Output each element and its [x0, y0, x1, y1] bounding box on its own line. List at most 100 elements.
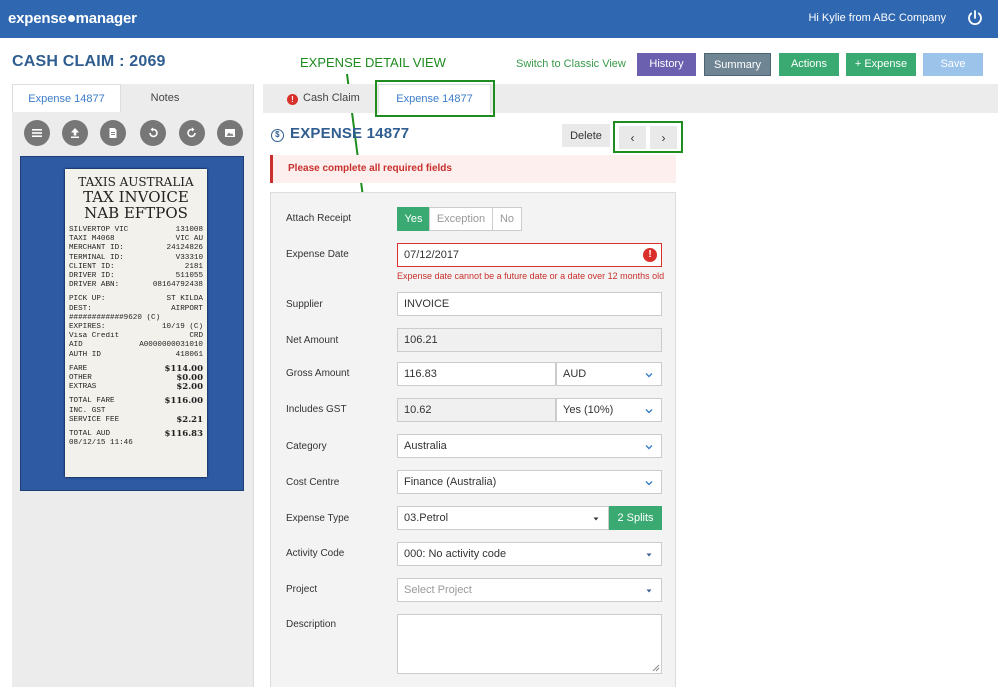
tab-highlight-box	[375, 80, 495, 117]
chevron-down-icon	[645, 445, 653, 450]
expense-title-text: EXPENSE 14877	[290, 125, 410, 142]
splits-button[interactable]: 2 Splits	[609, 506, 662, 530]
description-label: Description	[286, 619, 337, 630]
chevron-down-icon	[646, 589, 652, 593]
nav-highlight-box: ‹ ›	[613, 121, 683, 153]
expense-date-value: 07/12/2017	[404, 249, 460, 261]
receipt-line: FARE $114.00	[69, 364, 203, 374]
net-amount-label: Net Amount	[286, 335, 339, 346]
description-textarea[interactable]	[397, 614, 662, 674]
receipt-paper: TAXIS AUSTRALIA TAX INVOICE NAB EFTPOS S…	[65, 169, 207, 477]
user-greeting: Hi Kylie from ABC Company	[808, 12, 946, 24]
chevron-down-icon	[645, 409, 653, 414]
tab-expense-receipt[interactable]: Expense 14877	[12, 84, 121, 112]
receipt-line: TOTAL AUD $116.83	[69, 430, 203, 440]
gst-rate-select[interactable]: Yes (10%)	[556, 398, 662, 422]
upload-icon[interactable]	[62, 120, 88, 146]
chevron-down-icon	[593, 517, 599, 521]
delete-button[interactable]: Delete	[562, 124, 610, 147]
expense-date-error: Expense date cannot be a future date or …	[397, 271, 665, 281]
chevron-down-icon	[646, 553, 652, 557]
error-icon: !	[643, 248, 657, 262]
receipt-line: MERCHANT ID: 24124826	[69, 244, 203, 253]
attach-receipt-no[interactable]: No	[492, 207, 522, 231]
receipt-line: EXPIRES: 10/19 (C)	[69, 323, 203, 332]
net-amount-field: 106.21	[397, 328, 662, 352]
chevron-down-icon	[645, 481, 653, 486]
receipt-line: PICK UP: ST KILDA	[69, 295, 203, 304]
tab-notes[interactable]: Notes	[122, 84, 208, 112]
tab-cash-claim[interactable]: ! Cash Claim	[287, 84, 360, 113]
add-expense-button[interactable]: + Expense	[846, 53, 916, 76]
logo-text-left: expense	[8, 10, 67, 27]
expense-date-field[interactable]: 07/12/2017 !	[397, 243, 662, 267]
attach-receipt-label: Attach Receipt	[286, 213, 352, 224]
supplier-field[interactable]: INVOICE	[397, 292, 662, 316]
attach-receipt-yes[interactable]: Yes	[397, 207, 430, 231]
supplier-label: Supplier	[286, 299, 323, 310]
expense-type-value: 03.Petrol	[404, 512, 449, 524]
expense-detail-panel: ! Cash Claim Expense 14877 $ EXPENSE 14877…	[263, 80, 998, 687]
dollar-icon: $	[271, 129, 284, 142]
history-button[interactable]: History	[637, 53, 696, 76]
chevron-right-icon: ›	[661, 130, 666, 145]
rotate-right-icon[interactable]	[179, 120, 205, 146]
receipt-line: Visa Credit CRD	[69, 332, 203, 341]
gst-rate-value: Yes (10%)	[563, 404, 614, 416]
receipt-line: INC. GST	[69, 406, 106, 415]
receipt-head1: TAXIS AUSTRALIA	[78, 175, 194, 189]
receipt-head3: NAB EFTPOS	[84, 204, 188, 222]
receipt-line: AUTH ID 418061	[69, 350, 203, 359]
activity-code-label: Activity Code	[286, 548, 345, 559]
receipt-line: OTHER $0.00	[69, 374, 203, 384]
expense-type-label: Expense Type	[286, 513, 350, 524]
currency-select[interactable]: AUD	[556, 362, 662, 386]
switch-classic-view-link[interactable]: Switch to Classic View	[516, 58, 626, 70]
next-expense-button[interactable]: ›	[650, 126, 677, 149]
includes-gst-label: Includes GST	[286, 404, 347, 415]
resize-grip-icon[interactable]	[652, 664, 660, 672]
expense-date-label: Expense Date	[286, 249, 349, 260]
tab-cash-claim-label: Cash Claim	[303, 92, 360, 104]
actions-button[interactable]: Actions	[779, 53, 839, 76]
receipt-line: SILVERTOP VIC 131008	[69, 226, 203, 234]
power-icon[interactable]	[966, 9, 984, 27]
list-icon[interactable]	[24, 120, 50, 146]
rotate-left-icon[interactable]	[140, 120, 166, 146]
cost-centre-label: Cost Centre	[286, 477, 340, 488]
category-select[interactable]: Australia	[397, 434, 662, 458]
cost-centre-select[interactable]: Finance (Australia)	[397, 470, 662, 494]
receipt-line: ############9620 (C)	[69, 313, 161, 322]
top-bar: expense manager Hi Kylie from ABC Company	[0, 0, 998, 38]
gst-amount-field: 10.62	[397, 398, 556, 422]
chevron-left-icon: ‹	[630, 130, 635, 145]
receipt-line: CLIENT ID: 2181	[69, 262, 203, 271]
claim-title: CASH CLAIM : 2069	[12, 53, 166, 70]
summary-button[interactable]: Summary	[704, 53, 771, 76]
previous-expense-button[interactable]: ‹	[619, 126, 646, 149]
chevron-down-icon	[645, 373, 653, 378]
gross-amount-label: Gross Amount	[286, 368, 350, 379]
receipt-line: TOTAL FARE $116.00	[69, 397, 203, 407]
receipt-line: DEST: AIRPORT	[69, 304, 203, 313]
attach-receipt-exception[interactable]: Exception	[429, 207, 493, 231]
receipt-head2: TAX INVOICE	[83, 188, 189, 206]
document-icon[interactable]	[100, 120, 126, 146]
app-logo[interactable]: expense manager	[8, 10, 137, 27]
save-button[interactable]: Save	[923, 53, 983, 76]
receipt-line: DRIVER ID: 511055	[69, 272, 203, 281]
logo-text-right: manager	[75, 10, 137, 27]
project-label: Project	[286, 584, 318, 595]
receipt-line: TERMINAL ID: V33310	[69, 253, 203, 262]
validation-alert: Please complete all required fields	[270, 155, 676, 183]
expense-type-select[interactable]: 03.Petrol	[397, 506, 609, 530]
receipt-image[interactable]: TAXIS AUSTRALIA TAX INVOICE NAB EFTPOS S…	[20, 156, 244, 491]
receipt-panel: Expense 14877 Notes TAXIS AUSTRALIA TAX …	[12, 84, 254, 687]
project-select[interactable]: Select Project	[397, 578, 662, 602]
activity-code-select[interactable]: 000: No activity code	[397, 542, 662, 566]
gross-amount-field[interactable]: 116.83	[397, 362, 556, 386]
error-icon: !	[287, 94, 298, 105]
image-icon[interactable]	[217, 120, 243, 146]
category-label: Category	[286, 441, 327, 452]
receipt-line: 08/12/15 11:46	[69, 439, 133, 448]
